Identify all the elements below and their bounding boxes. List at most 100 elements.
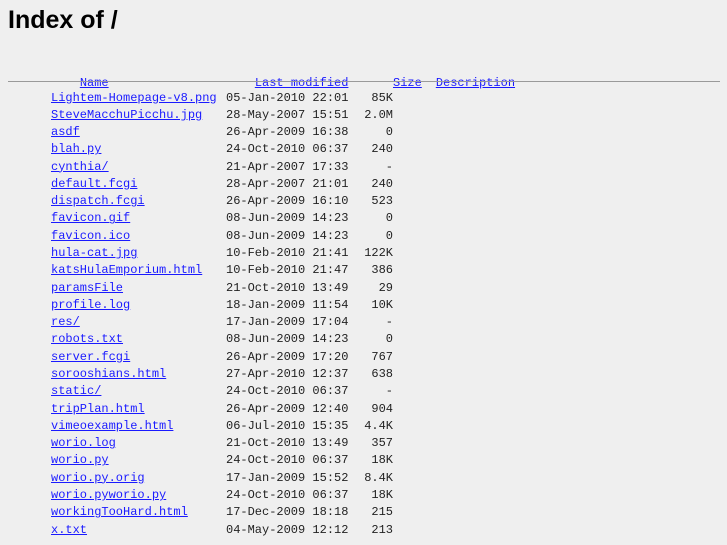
file-modified: 08-Jun-2009 14:23 <box>226 211 349 226</box>
file-modified: 17-Dec-2009 18:18 <box>226 505 349 520</box>
file-size: 767 <box>371 349 393 364</box>
file-row: res/17-Jan-2009 17:04 - <box>51 314 393 331</box>
file-size: 357 <box>371 436 393 451</box>
file-link[interactable]: vimeoexample.html <box>51 419 173 433</box>
file-link[interactable]: static/ <box>51 384 101 398</box>
file-link[interactable]: workingTooHard.html <box>51 505 188 519</box>
file-modified: 28-May-2007 15:51 <box>226 107 349 122</box>
file-modified: 05-Jan-2010 22:01 <box>226 90 349 105</box>
file-link[interactable]: worio.py.orig <box>51 471 145 485</box>
file-row: server.fcgi 26-Apr-2009 17:20 767 <box>51 349 393 366</box>
file-row: default.fcgi 28-Apr-2007 21:01 240 <box>51 176 393 193</box>
file-link[interactable]: worio.py <box>51 453 109 467</box>
file-size: 240 <box>371 176 393 191</box>
file-link[interactable]: res/ <box>51 315 80 329</box>
file-modified: 24-Oct-2010 06:37 <box>226 142 349 157</box>
file-modified: 26-Apr-2009 17:20 <box>226 349 349 364</box>
file-modified: 10-Feb-2010 21:47 <box>226 263 349 278</box>
file-row: Lightem-Homepage-v8.png 05-Jan-2010 22:01… <box>51 90 393 107</box>
file-size: - <box>385 159 393 174</box>
file-row: workingTooHard.html 17-Dec-2009 18:18 215 <box>51 504 393 521</box>
file-row: paramsFile 21-Oct-2010 13:49 29 <box>51 280 393 297</box>
file-size: 523 <box>371 194 393 209</box>
file-modified: 08-Jun-2009 14:23 <box>226 332 349 347</box>
file-link[interactable]: dispatch.fcgi <box>51 194 145 208</box>
file-modified: 26-Apr-2009 16:10 <box>226 194 349 209</box>
file-link[interactable]: Lightem-Homepage-v8.png <box>51 91 217 105</box>
file-modified: 04-May-2009 12:12 <box>226 522 349 537</box>
file-row: worio.log 21-Oct-2010 13:49 357 <box>51 435 393 452</box>
file-size: 8.4K <box>364 470 393 485</box>
file-link[interactable]: robots.txt <box>51 332 123 346</box>
file-link[interactable]: sorooshians.html <box>51 367 166 381</box>
file-size: 904 <box>371 401 393 416</box>
file-modified: 21-Oct-2010 13:49 <box>226 280 349 295</box>
file-size: 215 <box>371 505 393 520</box>
file-link[interactable]: x.txt <box>51 523 87 537</box>
divider <box>8 81 720 82</box>
file-row: favicon.gif 08-Jun-2009 14:23 0 <box>51 210 393 227</box>
file-size: 18K <box>371 487 393 502</box>
file-link[interactable]: favicon.ico <box>51 229 130 243</box>
sort-by-size-link[interactable]: Size <box>393 76 422 90</box>
file-modified: 17-Jan-2009 17:04 <box>226 315 349 330</box>
file-modified: 18-Jan-2009 11:54 <box>226 297 349 312</box>
file-row: worio.py 24-Oct-2010 06:37 18K <box>51 452 393 469</box>
file-modified: 10-Feb-2010 21:41 <box>226 246 349 261</box>
file-link[interactable]: worio.pyworio.py <box>51 488 166 502</box>
file-row: worio.py.orig 17-Jan-2009 15:52 8.4K <box>51 470 393 487</box>
file-link[interactable]: katsHulaEmporium.html <box>51 263 202 277</box>
header-row: Name Last modified Size Description <box>51 58 515 90</box>
file-modified: 08-Jun-2009 14:23 <box>226 228 349 243</box>
file-row: tripPlan.html 26-Apr-2009 12:40 904 <box>51 401 393 418</box>
file-modified: 28-Apr-2007 21:01 <box>226 176 349 191</box>
file-row: blah.py 24-Oct-2010 06:37 240 <box>51 141 393 158</box>
file-link[interactable]: cynthia/ <box>51 160 109 174</box>
file-row: vimeoexample.html 06-Jul-2010 15:35 4.4K <box>51 418 393 435</box>
file-row: katsHulaEmporium.html 10-Feb-2010 21:47 38… <box>51 262 393 279</box>
sort-by-modified-link[interactable]: Last modified <box>255 76 349 90</box>
file-modified: 24-Oct-2010 06:37 <box>226 487 349 502</box>
file-link[interactable]: profile.log <box>51 298 130 312</box>
file-link[interactable]: server.fcgi <box>51 350 130 364</box>
file-size: 0 <box>385 228 393 243</box>
file-size: 85K <box>371 90 393 105</box>
file-link[interactable]: SteveMacchuPicchu.jpg <box>51 108 202 122</box>
file-row: asdf 26-Apr-2009 16:38 0 <box>51 124 393 141</box>
file-modified: 06-Jul-2010 15:35 <box>226 418 349 433</box>
file-link[interactable]: hula-cat.jpg <box>51 246 137 260</box>
file-modified: 21-Oct-2010 13:49 <box>226 436 349 451</box>
file-size: 18K <box>371 453 393 468</box>
file-modified: 21-Apr-2007 17:33 <box>226 159 349 174</box>
file-row: SteveMacchuPicchu.jpg 28-May-2007 15:51 2.… <box>51 107 393 124</box>
file-size: - <box>385 315 393 330</box>
file-row: hula-cat.jpg 10-Feb-2010 21:41 122K <box>51 245 393 262</box>
file-size: 29 <box>378 280 393 295</box>
file-size: 0 <box>385 332 393 347</box>
file-size: - <box>385 384 393 399</box>
file-modified: 26-Apr-2009 12:40 <box>226 401 349 416</box>
file-link[interactable]: asdf <box>51 125 80 139</box>
sort-by-name-link[interactable]: Name <box>80 76 109 90</box>
file-row: sorooshians.html 27-Apr-2010 12:37 638 <box>51 366 393 383</box>
file-modified: 26-Apr-2009 16:38 <box>226 125 349 140</box>
file-link[interactable]: worio.log <box>51 436 116 450</box>
file-row: dispatch.fcgi 26-Apr-2009 16:10 523 <box>51 193 393 210</box>
file-size: 240 <box>371 142 393 157</box>
file-link[interactable]: tripPlan.html <box>51 402 145 416</box>
file-link[interactable]: favicon.gif <box>51 211 130 225</box>
file-link[interactable]: paramsFile <box>51 281 123 295</box>
file-row: cynthia/21-Apr-2007 17:33 - <box>51 159 393 176</box>
sort-by-description-link[interactable]: Description <box>436 76 515 90</box>
file-link[interactable]: default.fcgi <box>51 177 137 191</box>
file-row: worio.pyworio.py 24-Oct-2010 06:37 18K <box>51 487 393 504</box>
file-modified: 27-Apr-2010 12:37 <box>226 366 349 381</box>
file-modified: 24-Oct-2010 06:37 <box>226 453 349 468</box>
file-size: 213 <box>371 522 393 537</box>
file-row: favicon.ico 08-Jun-2009 14:23 0 <box>51 228 393 245</box>
file-size: 4.4K <box>364 418 393 433</box>
file-size: 386 <box>371 263 393 278</box>
file-link[interactable]: blah.py <box>51 142 101 156</box>
file-row: profile.log 18-Jan-2009 11:54 10K <box>51 297 393 314</box>
file-row: static/24-Oct-2010 06:37 - <box>51 383 393 400</box>
